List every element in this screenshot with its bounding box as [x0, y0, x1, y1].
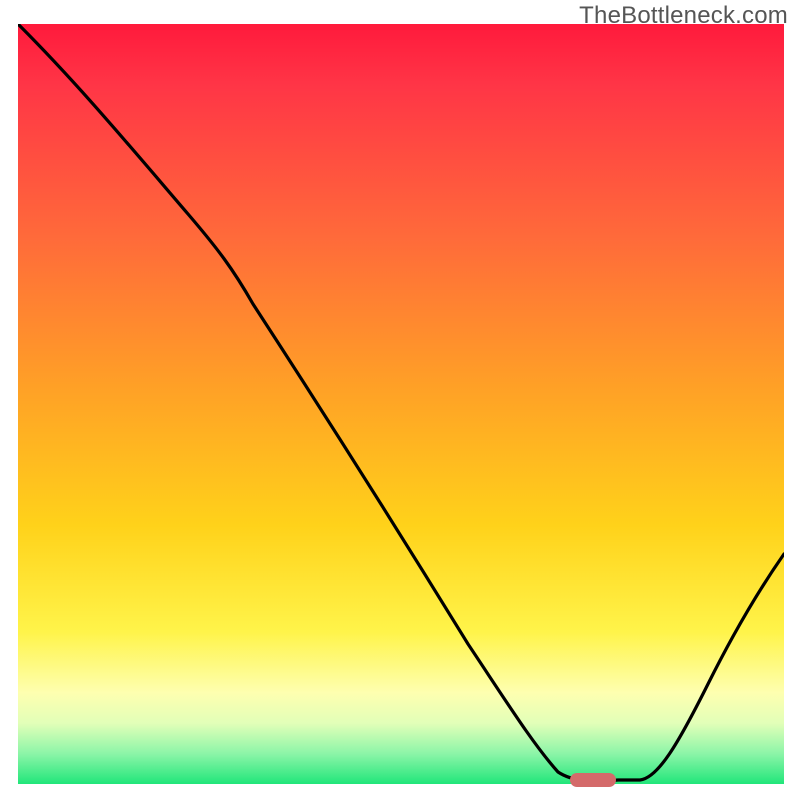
- optimal-point-marker: [570, 773, 616, 787]
- plot-area: [18, 24, 784, 784]
- bottleneck-curve-svg: [18, 24, 784, 784]
- bottleneck-chart: TheBottleneck.com: [0, 0, 800, 800]
- bottleneck-curve-path: [18, 24, 784, 781]
- watermark-text: TheBottleneck.com: [579, 2, 788, 30]
